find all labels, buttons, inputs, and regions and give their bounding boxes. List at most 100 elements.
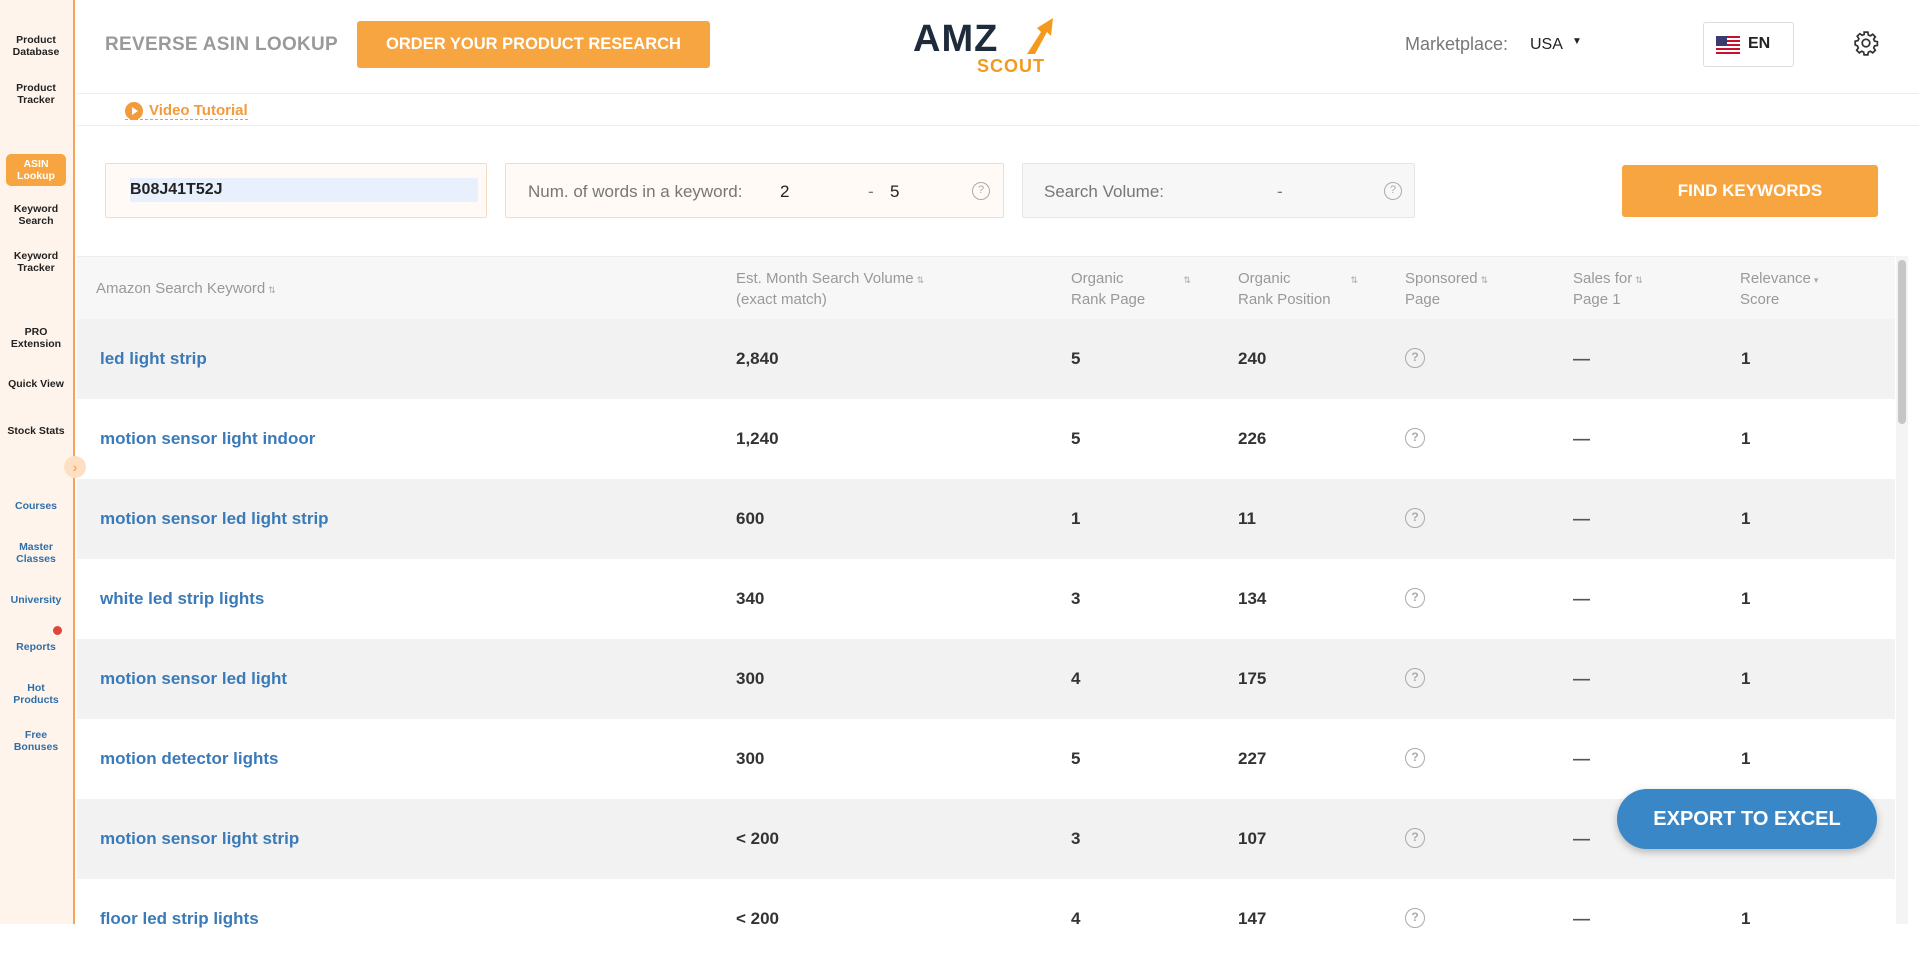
notification-dot [53,626,62,635]
rank-page-cell: 3 [1071,829,1081,848]
keyword-link[interactable]: motion sensor led light strip [100,509,329,529]
column-header-sponsored-sub: Page [1405,291,1441,308]
play-icon [125,102,143,120]
search-volume-field: Search Volume: - ? [1022,163,1415,218]
sponsored-help-icon[interactable]: ? [1405,908,1425,928]
sidebar-item-master-classes[interactable]: Master Classes [4,541,68,565]
column-header-relevance-sub: Score [1740,291,1780,308]
search-volume-cell: < 200 [736,829,780,848]
sponsored-help-icon[interactable]: ? [1405,748,1425,768]
rank-position-cell: 240 [1238,349,1267,368]
search-volume-cell: 2,840 [736,349,779,368]
sidebar-item-university[interactable]: University [4,594,68,606]
column-header-rank-position[interactable]: Organic ⇅ Rank Position [1238,269,1358,309]
search-volume-cell: 1,240 [736,429,779,448]
sales-cell: — [1573,349,1590,368]
relevance-cell: 1 [1741,429,1751,448]
relevance-cell: 1 [1741,589,1751,608]
search-volume-label: Search Volume: [1044,182,1165,201]
sidebar-item-hot-products[interactable]: Hot Products [4,682,68,706]
logo-text-scout: SCOUT [977,56,1045,76]
rank-position-cell: 107 [1238,829,1267,848]
rank-position-cell: 227 [1238,749,1267,768]
column-header-keyword-label: Amazon Search Keyword [96,280,266,297]
table-row: motion sensor led light strip 600 1 11? —1 [77,479,1895,559]
find-keywords-button[interactable]: FIND KEYWORDS [1622,165,1878,217]
keyword-link[interactable]: motion sensor light strip [100,829,299,849]
sort-desc-icon: ▾ [1813,275,1819,285]
logo-arrow-icon [1027,18,1053,54]
sales-cell: — [1573,509,1590,528]
rank-position-cell: 226 [1238,429,1267,448]
sidebar-item-free-bonuses[interactable]: Free Bonuses [4,729,68,753]
help-icon[interactable]: ? [972,182,990,200]
column-header-sponsored[interactable]: Sponsored ⇅ Page [1405,269,1488,309]
sidebar-item-keyword-tracker[interactable]: Keyword Tracker [4,250,68,274]
order-research-button[interactable]: ORDER YOUR PRODUCT RESEARCH [357,21,710,68]
rank-page-cell: 5 [1071,749,1081,768]
search-volume-cell: 340 [736,589,765,608]
sidebar-item-courses[interactable]: Courses [4,500,68,512]
top-bar: REVERSE ASIN LOOKUP ORDER YOUR PRODUCT R… [77,0,1919,94]
rank-page-cell: 5 [1071,349,1081,368]
caret-down-icon[interactable]: ▼ [1572,36,1582,47]
sponsored-help-icon[interactable]: ? [1405,828,1425,848]
sidebar-item-product-tracker[interactable]: Product Tracker [4,82,68,106]
amzscout-logo[interactable]: AMZ SCOUT [913,14,1063,76]
gear-icon[interactable] [1853,30,1879,56]
keyword-link[interactable]: white led strip lights [100,589,264,609]
column-header-keyword[interactable]: Amazon Search Keyword ⇅ [96,279,276,300]
sidebar-item-quick-view[interactable]: Quick View [4,378,68,390]
words-from-input[interactable]: 2 [780,182,789,202]
sidebar: Product Database Product Tracker ASIN Lo… [0,0,75,924]
sidebar-item-stock-stats[interactable]: Stock Stats [4,425,68,437]
language-button[interactable]: EN [1703,22,1794,67]
table-row: motion detector lights 300 5 227? — 1 [77,719,1895,799]
column-header-rank-page[interactable]: Organic ⇅ Rank Page [1071,269,1191,309]
keyword-link[interactable]: motion sensor led light [100,669,287,689]
search-volume-cell: 300 [736,749,765,768]
sales-cell: — [1573,429,1590,448]
asin-field[interactable] [105,163,487,218]
table-header: Amazon Search Keyword ⇅ Est. Month Search… [77,256,1895,319]
sidebar-item-asin-lookup[interactable]: ASIN Lookup [6,154,66,186]
column-header-volume[interactable]: Est. Month Search Volume ⇅ (exact match) [736,269,924,309]
column-header-sponsored-label: Sponsored [1405,270,1478,287]
words-to-input[interactable]: 5 [890,182,899,202]
rank-page-cell: 5 [1071,429,1081,448]
column-header-rank-page-sub: Rank Page [1071,291,1146,308]
sidebar-item-reports[interactable]: Reports [4,641,68,653]
logo-text-amz: AMZ [913,18,999,60]
sponsored-help-icon[interactable]: ? [1405,588,1425,608]
video-tutorial-label: Video Tutorial [149,102,248,119]
sponsored-help-icon[interactable]: ? [1405,348,1425,368]
keywords-table: Amazon Search Keyword ⇅ Est. Month Search… [77,256,1895,959]
sort-icon: ⇅ [268,285,276,295]
language-label: EN [1748,35,1771,52]
sort-icon: ⇅ [1480,275,1489,285]
column-header-relevance[interactable]: Relevance ▾ Score [1740,269,1818,309]
asin-input[interactable] [130,178,478,202]
keyword-link[interactable]: motion detector lights [100,749,279,769]
sidebar-item-pro-extension[interactable]: PRO Extension [4,326,68,350]
rank-position-cell: 175 [1238,669,1267,688]
sort-icon: ⇅ [1635,275,1643,285]
sponsored-help-icon[interactable]: ? [1405,428,1425,448]
sponsored-help-icon[interactable]: ? [1405,668,1425,688]
column-header-sales[interactable]: Sales for ⇅ Page 1 [1573,269,1643,309]
export-to-excel-button[interactable]: EXPORT TO EXCEL [1617,789,1877,849]
keyword-link[interactable]: floor led strip lights [100,909,259,929]
keyword-link[interactable]: led light strip [100,349,207,369]
search-volume-cell: 300 [736,669,765,688]
sponsored-help-icon[interactable]: ? [1405,508,1425,528]
column-header-rank-position-sub: Rank Position [1238,291,1331,308]
words-range-field: Num. of words in a keyword: 2 - 5 ? [505,163,1004,218]
scrollbar-thumb[interactable] [1898,260,1906,424]
help-icon[interactable]: ? [1384,182,1402,200]
marketplace-select[interactable]: USA [1530,36,1563,54]
video-tutorial-link[interactable]: Video Tutorial [125,102,248,120]
keyword-link[interactable]: motion sensor light indoor [100,429,315,449]
sidebar-item-product-database[interactable]: Product Database [4,34,68,58]
sales-cell: — [1573,909,1590,928]
sidebar-item-keyword-search[interactable]: Keyword Search [4,203,68,227]
